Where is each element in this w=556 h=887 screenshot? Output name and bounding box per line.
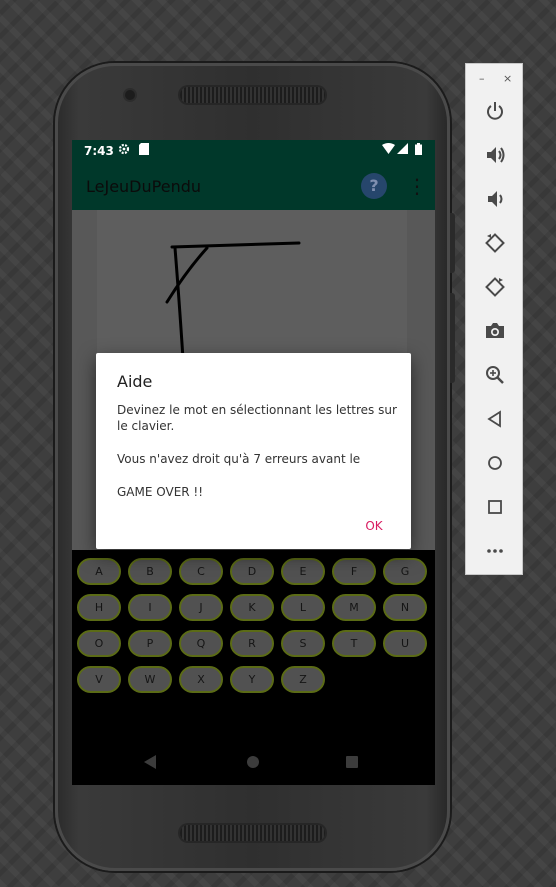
key-m[interactable]: M (332, 594, 376, 621)
dialog-title: Aide (117, 372, 153, 391)
volume-down-icon[interactable] (484, 188, 506, 210)
camera-icon[interactable] (484, 320, 506, 342)
gear-icon (118, 143, 130, 158)
emulator-toolbar: – × (465, 63, 523, 575)
key-h[interactable]: H (77, 594, 121, 621)
ok-button[interactable]: OK (356, 516, 392, 536)
key-p[interactable]: P (128, 630, 172, 657)
dialog-message-line: Vous n'avez droit qu'à 7 erreurs avant l… (117, 452, 361, 466)
minimize-button[interactable]: – (479, 72, 485, 85)
close-button[interactable]: × (503, 72, 512, 85)
dialog-message-line: Devinez le mot en sélectionnant les lett… (117, 403, 397, 433)
back-icon[interactable] (144, 755, 156, 769)
zoom-icon[interactable] (484, 364, 506, 386)
power-side-button (450, 213, 455, 273)
rotate-left-icon[interactable] (484, 232, 506, 254)
key-e[interactable]: E (281, 558, 325, 585)
key-x[interactable]: X (179, 666, 223, 693)
key-q[interactable]: Q (179, 630, 223, 657)
key-f[interactable]: F (332, 558, 376, 585)
key-r[interactable]: R (230, 630, 274, 657)
dialog-message-line: GAME OVER !! (117, 485, 204, 499)
key-t[interactable]: T (332, 630, 376, 657)
app-title: LeJeuDuPendu (86, 177, 201, 196)
overflow-menu-icon[interactable]: ⋮ (407, 174, 427, 200)
navigation-bar (72, 740, 435, 785)
key-w[interactable]: W (128, 666, 172, 693)
top-speaker (180, 87, 325, 103)
sd-card-icon (139, 143, 149, 158)
volume-side-button (450, 293, 455, 383)
help-button[interactable]: ? (361, 173, 387, 199)
key-g[interactable]: G (383, 558, 427, 585)
key-i[interactable]: I (128, 594, 172, 621)
power-icon[interactable] (484, 100, 506, 122)
rotate-right-icon[interactable] (484, 276, 506, 298)
key-z[interactable]: Z (281, 666, 325, 693)
key-y[interactable]: Y (230, 666, 274, 693)
volume-up-icon[interactable] (484, 144, 506, 166)
battery-icon (415, 143, 422, 158)
key-l[interactable]: L (281, 594, 325, 621)
help-dialog: Aide Devinez le mot en sélectionnant les… (96, 353, 411, 549)
front-camera (125, 90, 135, 100)
key-j[interactable]: J (179, 594, 223, 621)
back-icon[interactable] (484, 408, 506, 430)
more-icon[interactable] (484, 540, 506, 562)
key-o[interactable]: O (77, 630, 121, 657)
key-s[interactable]: S (281, 630, 325, 657)
key-a[interactable]: A (77, 558, 121, 585)
letter-keyboard: A B C D E F G H I J K L M N O P Q R S T … (72, 550, 435, 720)
key-c[interactable]: C (179, 558, 223, 585)
signal-icon (397, 143, 408, 157)
home-icon[interactable] (484, 452, 506, 474)
overview-icon[interactable] (484, 496, 506, 518)
status-bar: 7:43 (72, 140, 435, 164)
key-d[interactable]: D (230, 558, 274, 585)
recents-icon[interactable] (346, 756, 358, 768)
bottom-speaker (180, 825, 325, 841)
key-v[interactable]: V (77, 666, 121, 693)
home-icon[interactable] (247, 756, 259, 768)
key-u[interactable]: U (383, 630, 427, 657)
key-b[interactable]: B (128, 558, 172, 585)
key-n[interactable]: N (383, 594, 427, 621)
wifi-icon (382, 143, 395, 157)
status-time: 7:43 (84, 144, 114, 158)
key-k[interactable]: K (230, 594, 274, 621)
app-bar: LeJeuDuPendu ? ⋮ (72, 164, 435, 210)
dialog-message: Devinez le mot en sélectionnant les lett… (117, 402, 397, 500)
